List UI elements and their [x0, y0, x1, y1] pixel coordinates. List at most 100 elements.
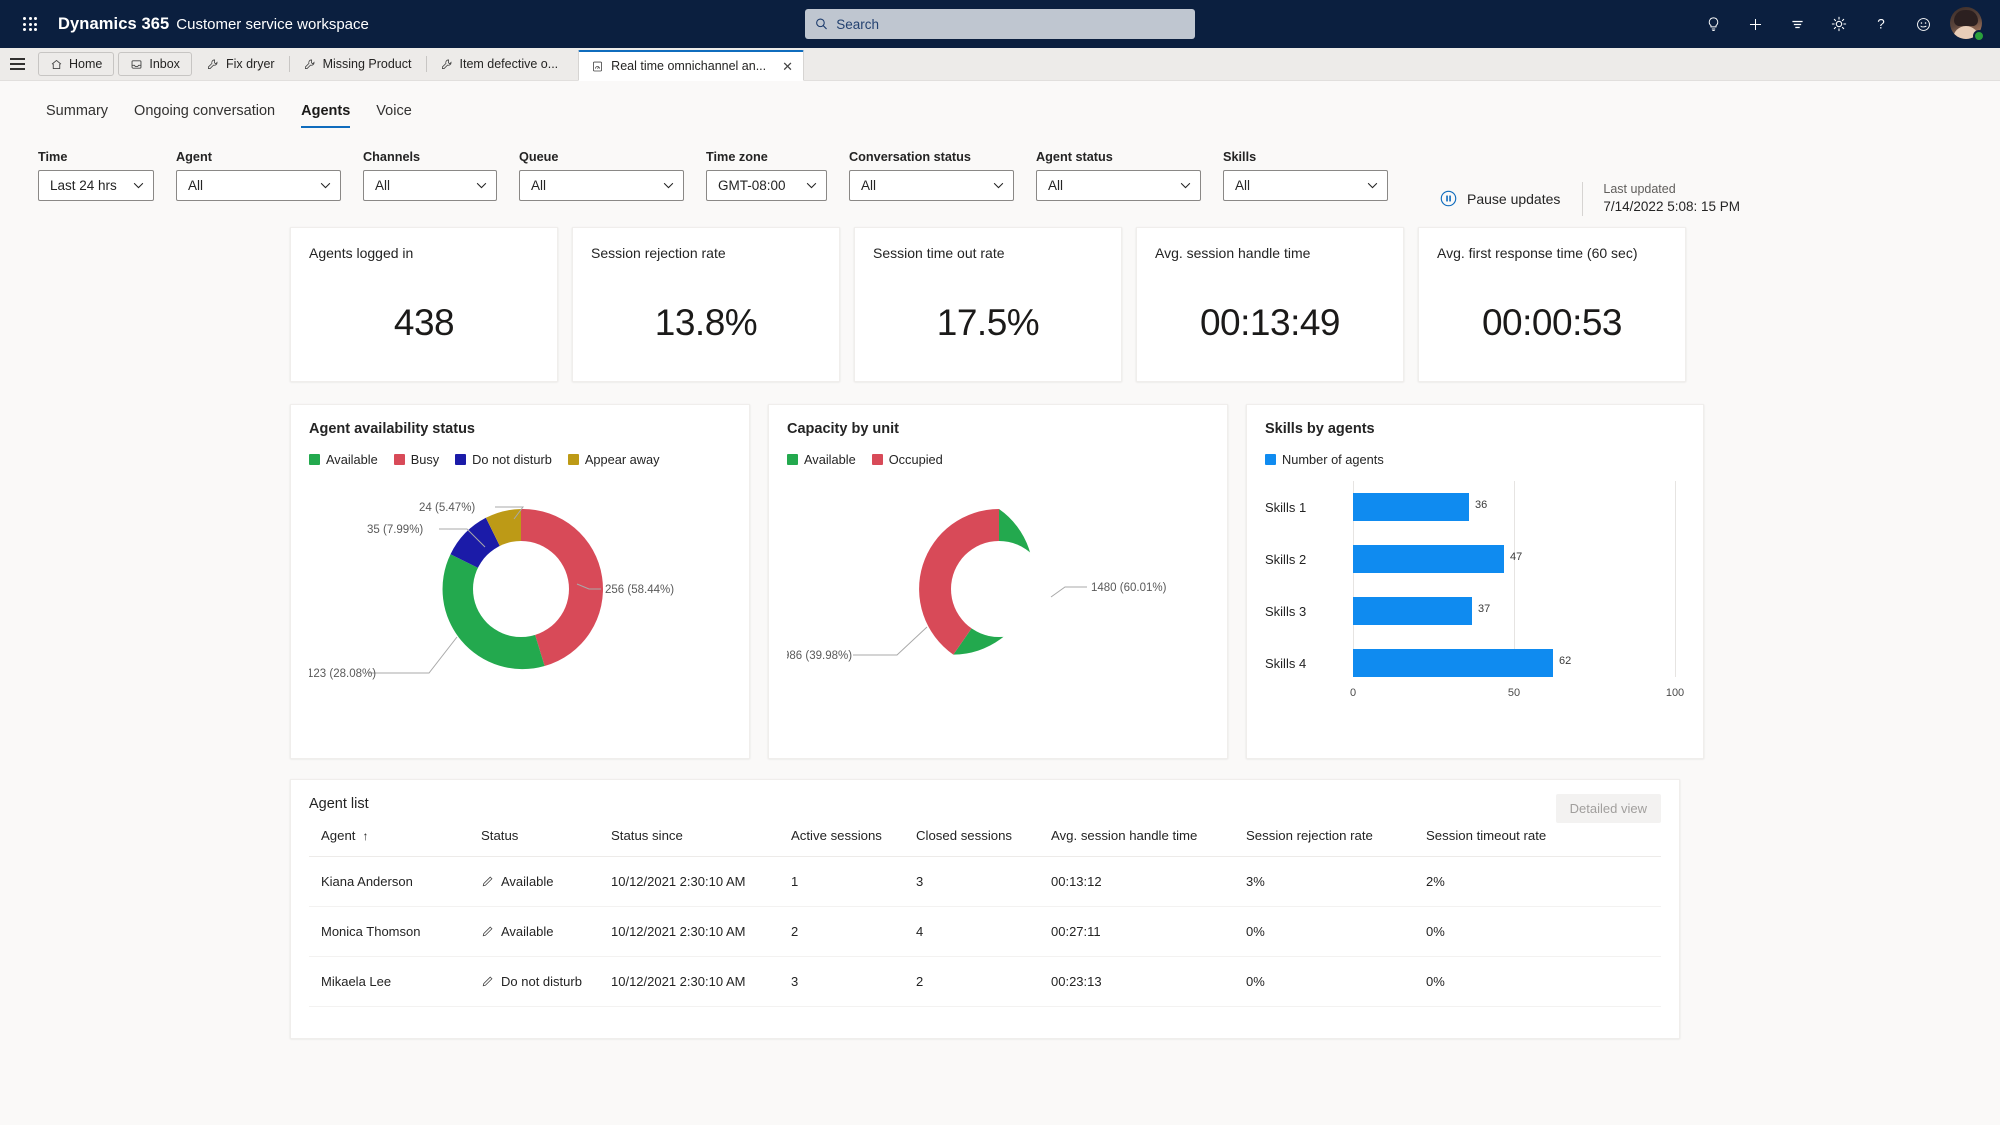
session-tab-fix-dryer[interactable]: Fix dryer: [192, 48, 289, 80]
kpi-session-time-out-rate: Session time out rate 17.5%: [854, 227, 1122, 382]
channels-select[interactable]: All: [363, 170, 497, 201]
slice-label-do-not-disturb: 35 (7.99%): [367, 524, 423, 536]
filter-time: Time Last 24 hrs: [38, 150, 154, 201]
lightbulb-button[interactable]: [1694, 5, 1732, 43]
tab-ongoing-conversation[interactable]: Ongoing conversation: [134, 103, 275, 128]
avatar[interactable]: [1950, 7, 1985, 42]
site-map-button[interactable]: [0, 48, 34, 80]
legend-item-available[interactable]: Available: [787, 452, 856, 467]
session-tab-label: Fix dryer: [225, 57, 275, 71]
cell-active-sessions: 1: [779, 856, 904, 907]
feedback-button[interactable]: [1904, 5, 1942, 43]
tab-voice[interactable]: Voice: [376, 103, 411, 128]
agent-status-select[interactable]: All: [1036, 170, 1201, 201]
pencil-icon: [482, 926, 493, 937]
pause-updates-label: Pause updates: [1466, 190, 1561, 207]
conversation-status-select[interactable]: All: [849, 170, 1014, 201]
filter-button[interactable]: [1778, 5, 1816, 43]
bar[interactable]: [1353, 545, 1504, 573]
legend-label: Occupied: [888, 452, 943, 467]
session-tab-real-time-omnichannel[interactable]: Real time omnichannel an... ✕: [578, 50, 805, 81]
time-select[interactable]: Last 24 hrs: [38, 170, 154, 201]
legend-item-appear-away[interactable]: Appear away: [567, 452, 660, 467]
time-zone-select[interactable]: GMT-08:00: [706, 170, 827, 201]
bar-category: Skills 3: [1265, 603, 1307, 619]
app-launcher-button[interactable]: [10, 4, 50, 44]
help-icon: ?: [1877, 17, 1885, 32]
cell-status: Do not disturb: [469, 956, 599, 1007]
cell-status-since: 10/12/2021 2:30:10 AM: [599, 856, 779, 907]
global-search[interactable]: [805, 9, 1195, 39]
inbox-button[interactable]: Inbox: [118, 52, 192, 76]
session-tab-label: Item defective o...: [459, 57, 559, 71]
chevron-down-icon: [320, 182, 331, 189]
status-text: Do not disturb: [501, 974, 582, 989]
legend-item-do-not-disturb[interactable]: Do not disturb: [455, 452, 552, 467]
kpi-row: Agents logged in 438 Session rejection r…: [0, 201, 2000, 382]
cell-handle-time: 00:23:13: [1039, 956, 1234, 1007]
inbox-label: Inbox: [149, 57, 180, 71]
xtick-0: 0: [1349, 687, 1357, 699]
filter-label: Conversation status: [849, 150, 971, 164]
dashboard-page: Summary Ongoing conversation Agents Voic…: [0, 81, 2000, 1125]
column-status[interactable]: Status: [469, 828, 599, 857]
bar-chart-plot: Skills 1 36 Skills 2 47 Skills 3 37 Skil…: [1265, 481, 1685, 699]
cell-timeout-rate: 0%: [1414, 956, 1661, 1007]
bar[interactable]: [1353, 493, 1469, 521]
search-input[interactable]: [836, 16, 1185, 32]
agent-list-title: Agent list: [309, 796, 369, 812]
table-row[interactable]: Kiana Anderson Available 10/12/2021 2:30…: [309, 856, 1661, 907]
bar[interactable]: [1353, 649, 1553, 677]
pause-updates-button[interactable]: Pause updates: [1439, 189, 1582, 208]
filter-label: Channels: [363, 150, 421, 164]
column-closed-sessions[interactable]: Closed sessions: [904, 828, 1039, 857]
cell-rejection-rate: 0%: [1234, 956, 1414, 1007]
chart-row: Agent availability status Available Busy…: [0, 382, 2000, 759]
session-tab-label: Real time omnichannel an...: [611, 59, 767, 73]
xtick-50: 50: [1507, 687, 1521, 699]
session-tab-missing-product[interactable]: Missing Product: [288, 48, 426, 80]
legend-item-available[interactable]: Available: [309, 452, 378, 467]
kpi-title: Session time out rate: [873, 245, 1005, 261]
legend-label: Appear away: [584, 452, 660, 467]
detailed-view-button[interactable]: Detailed view: [1555, 794, 1661, 823]
kpi-agents-logged-in: Agents logged in 438: [290, 227, 558, 382]
tab-summary[interactable]: Summary: [46, 103, 108, 128]
column-handle-time[interactable]: Avg. session handle time: [1039, 828, 1234, 857]
session-tab-item-defective[interactable]: Item defective o...: [425, 48, 573, 80]
column-status-since[interactable]: Status since: [599, 828, 779, 857]
chart-legend: Available Busy Do not disturb Appear awa…: [309, 452, 731, 467]
legend-swatch: [393, 454, 405, 465]
view-tabs: Summary Ongoing conversation Agents Voic…: [0, 81, 1740, 128]
kpi-title: Agents logged in: [309, 245, 414, 261]
column-active-sessions[interactable]: Active sessions: [779, 828, 904, 857]
table-row[interactable]: Mikaela Lee Do not disturb 10/12/2021 2:…: [309, 956, 1661, 1007]
legend-item-busy[interactable]: Busy: [393, 452, 439, 467]
help-button[interactable]: ?: [1862, 5, 1900, 43]
queue-select[interactable]: All: [519, 170, 684, 201]
brand[interactable]: Dynamics 365 Customer service workspace: [58, 15, 369, 34]
close-icon[interactable]: ✕: [782, 60, 793, 73]
legend-item-occupied[interactable]: Occupied: [871, 452, 943, 467]
channels-value: All: [375, 178, 391, 193]
settings-button[interactable]: [1820, 5, 1858, 43]
legend-label: Do not disturb: [472, 452, 552, 467]
table-row[interactable]: Monica Thomson Available 10/12/2021 2:30…: [309, 906, 1661, 957]
bar[interactable]: [1353, 597, 1472, 625]
column-timeout-rate[interactable]: Session timeout rate: [1414, 828, 1661, 857]
legend-item-number-of-agents[interactable]: Number of agents: [1265, 452, 1384, 467]
kpi-value: 00:13:49: [1199, 302, 1341, 343]
tab-agents[interactable]: Agents: [301, 103, 351, 128]
column-rejection-rate[interactable]: Session rejection rate: [1234, 828, 1414, 857]
new-button[interactable]: [1736, 5, 1774, 43]
slice-label-available: 1480 (60.01%): [1091, 582, 1167, 594]
cell-rejection-rate: 0%: [1234, 906, 1414, 957]
home-button[interactable]: Home: [38, 52, 115, 76]
chart-skills-by-agents: Skills by agents Number of agents Skills…: [1246, 404, 1704, 759]
skills-select[interactable]: All: [1223, 170, 1388, 201]
agent-select[interactable]: All: [176, 170, 341, 201]
app-name: Customer service workspace: [176, 15, 369, 33]
conversation-status-value: All: [861, 178, 877, 193]
legend-label: Available: [804, 452, 856, 467]
column-agent[interactable]: Agent ↑: [309, 828, 469, 857]
